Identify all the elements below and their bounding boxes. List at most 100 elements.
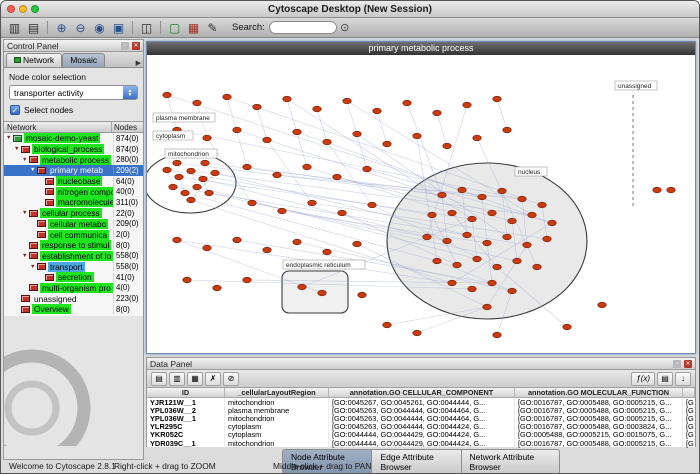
network-node[interactable] xyxy=(523,242,531,248)
show-graphics-details-icon[interactable]: ◫ xyxy=(137,19,156,36)
float-panel-icon[interactable]: ▫ xyxy=(121,42,129,50)
network-node[interactable] xyxy=(187,168,195,174)
network-node[interactable] xyxy=(503,127,511,133)
network-node[interactable] xyxy=(413,330,421,336)
network-node[interactable] xyxy=(308,200,316,206)
network-node[interactable] xyxy=(213,285,221,291)
network-node[interactable] xyxy=(543,236,551,242)
network-node[interactable] xyxy=(468,216,476,222)
open-session-icon[interactable]: ▤ xyxy=(24,19,43,36)
search-config-icon[interactable]: ⊙ xyxy=(337,21,353,34)
tree-row[interactable]: ▼cellular process22(0) xyxy=(4,208,143,219)
zoom-in-icon[interactable]: ⊕ xyxy=(52,19,71,36)
tree-row[interactable]: response to stimul8(0) xyxy=(4,240,143,251)
network-node[interactable] xyxy=(548,220,556,226)
table-column-header[interactable] xyxy=(683,388,695,397)
network-node[interactable] xyxy=(443,143,451,149)
network-node[interactable] xyxy=(205,190,213,196)
network-node[interactable] xyxy=(513,258,521,264)
network-node[interactable] xyxy=(488,280,496,286)
network-node[interactable] xyxy=(283,96,291,102)
network-node[interactable] xyxy=(338,210,346,216)
network-node[interactable] xyxy=(528,212,536,218)
tree-row[interactable]: ▼transport558(0) xyxy=(4,261,143,272)
close-data-panel-icon[interactable]: ✕ xyxy=(684,360,692,368)
tree-header-network[interactable]: Network xyxy=(4,122,111,132)
tree-disclosure-icon[interactable]: ▼ xyxy=(22,210,29,216)
network-node[interactable] xyxy=(453,262,461,268)
network-node[interactable] xyxy=(278,208,286,214)
network-node[interactable] xyxy=(163,167,171,173)
network-node[interactable] xyxy=(598,302,606,308)
tab-overflow-icon[interactable]: ▶ xyxy=(136,59,141,67)
node-color-select[interactable]: transporter activity ▲▼ xyxy=(9,85,138,100)
tree-row[interactable]: ▼primary metab209(2) xyxy=(4,165,143,176)
table-column-header[interactable]: annotation.GO CELLULAR_COMPONENT xyxy=(329,388,515,397)
network-node[interactable] xyxy=(313,106,321,112)
table-column-header[interactable]: ID xyxy=(147,388,225,397)
zoom-fit-icon[interactable]: ▣ xyxy=(109,19,128,36)
network-node[interactable] xyxy=(438,192,446,198)
network-node[interactable] xyxy=(653,187,661,193)
table-row[interactable]: YDR039C__1mitochondrion[GO:0044444, GO:0… xyxy=(147,439,695,447)
network-node[interactable] xyxy=(508,218,516,224)
network-node[interactable] xyxy=(423,234,431,240)
network-node[interactable] xyxy=(443,238,451,244)
network-node[interactable] xyxy=(503,234,511,240)
network-node[interactable] xyxy=(493,96,501,102)
network-node[interactable] xyxy=(201,160,209,166)
network-node[interactable] xyxy=(233,127,241,133)
network-node[interactable] xyxy=(448,210,456,216)
select-nodes-row[interactable]: ✓ Select nodes xyxy=(9,100,138,119)
float-data-panel-icon[interactable]: ▫ xyxy=(673,360,681,368)
network-canvas[interactable]: plasma membranecytoplasmmitochondrionnuc… xyxy=(147,55,695,353)
tab-network[interactable]: Network xyxy=(6,53,62,67)
network-node[interactable] xyxy=(211,170,219,176)
tree-row[interactable]: ▼establishment of lo558(0) xyxy=(4,251,143,262)
network-node[interactable] xyxy=(488,210,496,216)
tree-header-nodes[interactable]: Nodes xyxy=(111,122,143,132)
network-node[interactable] xyxy=(233,237,241,243)
network-node[interactable] xyxy=(193,184,201,190)
tree-row[interactable]: secretion41(0) xyxy=(4,272,143,283)
network-node[interactable] xyxy=(563,324,571,330)
tree-disclosure-icon[interactable]: ▼ xyxy=(30,167,37,173)
network-node[interactable] xyxy=(383,141,391,147)
network-node[interactable] xyxy=(203,135,211,141)
network-node[interactable] xyxy=(483,304,491,310)
tree-row[interactable]: macromolecule311(0) xyxy=(4,197,143,208)
network-node[interactable] xyxy=(263,137,271,143)
delete-attribute-icon[interactable]: ✗ xyxy=(205,372,221,386)
tree-row[interactable]: cellular metabo209(0) xyxy=(4,219,143,230)
network-node[interactable] xyxy=(293,129,301,135)
tree-row[interactable]: cell communica2(0) xyxy=(4,229,143,240)
network-node[interactable] xyxy=(163,92,171,98)
network-node[interactable] xyxy=(403,100,411,106)
tree-row[interactable]: nitrogen compo40(0) xyxy=(4,186,143,197)
network-node[interactable] xyxy=(473,135,481,141)
tree-row[interactable]: multi-organism pro4(0) xyxy=(4,283,143,294)
network-node[interactable] xyxy=(498,188,506,194)
network-node[interactable] xyxy=(448,280,456,286)
network-node[interactable] xyxy=(473,256,481,262)
network-node[interactable] xyxy=(428,212,436,218)
network-node[interactable] xyxy=(518,196,526,202)
tree-row[interactable]: nucleobase64(0) xyxy=(4,176,143,187)
network-node[interactable] xyxy=(243,277,251,283)
network-node[interactable] xyxy=(468,286,476,292)
network-node[interactable] xyxy=(343,98,351,104)
unselect-attributes-icon[interactable]: ▥ xyxy=(169,372,185,386)
save-session-icon[interactable]: ▥ xyxy=(5,19,24,36)
new-network-from-selection-icon[interactable]: ▦ xyxy=(184,19,203,36)
network-node[interactable] xyxy=(169,184,177,190)
network-node[interactable] xyxy=(433,258,441,264)
close-panel-icon[interactable]: ✕ xyxy=(132,42,140,50)
network-node[interactable] xyxy=(323,249,331,255)
network-node[interactable] xyxy=(187,197,195,203)
network-node[interactable] xyxy=(533,264,541,270)
network-view-title[interactable]: primary metabolic process xyxy=(147,42,695,55)
network-node[interactable] xyxy=(463,102,471,108)
new-attribute-icon[interactable]: ▦ xyxy=(187,372,203,386)
table-column-header[interactable]: annotation.GO MOLECULAR_FUNCTION xyxy=(515,388,683,397)
network-node[interactable] xyxy=(478,194,486,200)
